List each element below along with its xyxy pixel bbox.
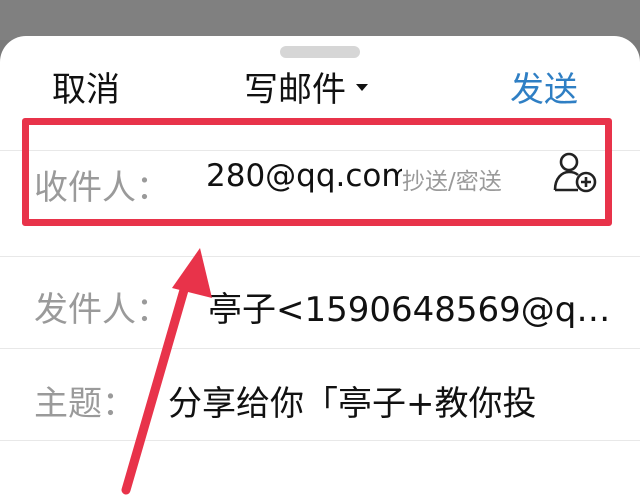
send-button[interactable]: 发送 [510,62,578,111]
caret-down-icon [356,84,368,91]
compose-title[interactable]: 写邮件 [244,62,368,111]
from-divider [0,348,640,349]
subject-divider [0,440,640,441]
compose-title-text: 写邮件 [244,70,346,110]
cancel-button[interactable]: 取消 [52,62,120,111]
dimmed-background [0,0,640,40]
subject-label: 主题： [34,384,136,424]
from-value[interactable]: 亭子<1590648569@q… [208,282,610,331]
to-divider [0,256,640,257]
drag-handle[interactable] [280,46,360,58]
subject-input[interactable]: 分享给你「亭子+教你投 [168,376,537,425]
from-label: 发件人： [34,290,170,330]
annotation-highlight-box [22,118,612,226]
